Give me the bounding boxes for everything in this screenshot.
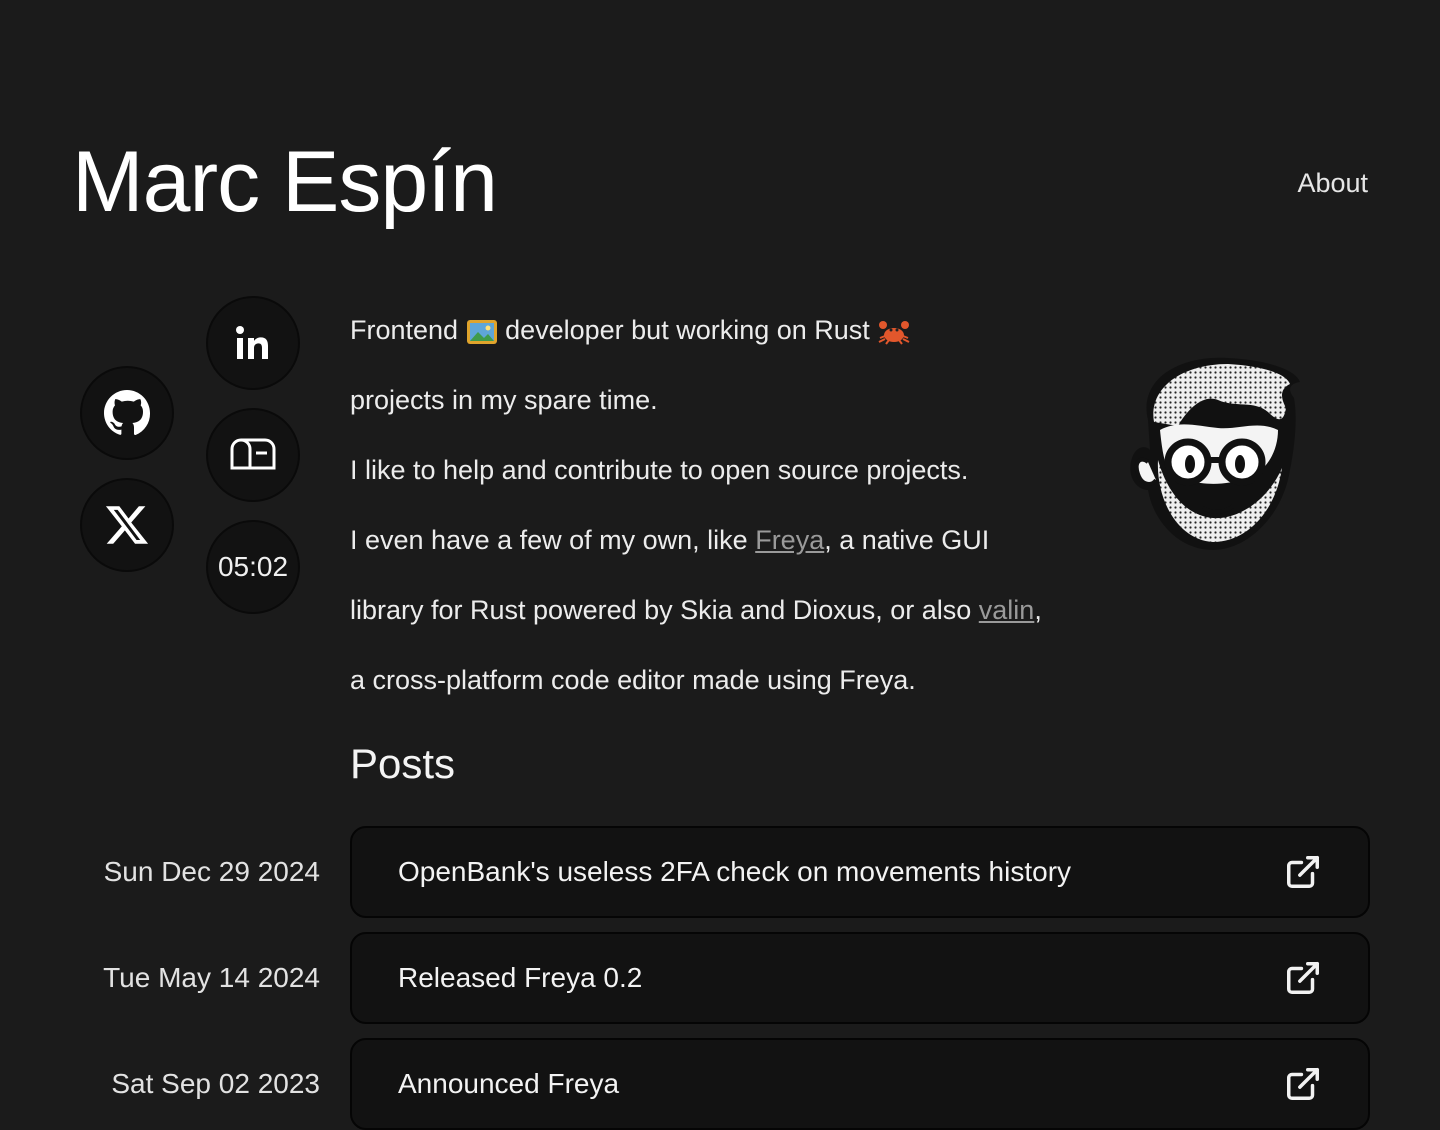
- post-title: Released Freya 0.2: [398, 962, 643, 993]
- linkedin-button[interactable]: [206, 296, 300, 390]
- post-date: Sun Dec 29 2024: [103, 856, 320, 887]
- freya-link[interactable]: Freya: [755, 525, 824, 555]
- github-button[interactable]: [80, 366, 174, 460]
- linkedin-icon: [236, 326, 268, 359]
- mailbox-button[interactable]: [206, 408, 300, 502]
- post-card[interactable]: OpenBank's useless 2FA check on movement…: [350, 826, 1370, 918]
- posts-heading: Posts: [350, 740, 456, 787]
- post-row: Tue May 14 2024 Released Freya 0.2: [0, 932, 1440, 1024]
- bio-text: Frontend: [350, 315, 466, 345]
- bio-projects: I even have a few of my own, like Freya,…: [350, 505, 1050, 715]
- post-date: Tue May 14 2024: [103, 962, 320, 993]
- site-title: Marc Espín: [72, 134, 498, 230]
- bio-text: projects in my spare time.: [350, 385, 658, 415]
- external-link-icon: [1287, 1068, 1319, 1100]
- bio: Frontend developer but working on Rust p…: [350, 295, 1080, 715]
- x-button[interactable]: [80, 478, 174, 572]
- post-card[interactable]: Released Freya 0.2: [350, 932, 1370, 1024]
- mailbox-icon: [230, 438, 276, 470]
- nav-about-link[interactable]: About: [1297, 168, 1368, 199]
- valin-link[interactable]: valin: [979, 595, 1035, 625]
- post-card[interactable]: Announced Freya: [350, 1038, 1370, 1130]
- post-title: OpenBank's useless 2FA check on movement…: [398, 856, 1072, 887]
- post-row: Sat Sep 02 2023 Announced Freya: [0, 1038, 1440, 1130]
- post-row: Sun Dec 29 2024 OpenBank's useless 2FA c…: [0, 826, 1440, 918]
- external-link-icon: [1287, 856, 1319, 888]
- bio-intro: Frontend developer but working on Rust p…: [350, 295, 1080, 435]
- post-date: Sat Sep 02 2023: [111, 1068, 320, 1099]
- avatar: [1130, 357, 1300, 550]
- crab-icon: [878, 320, 910, 345]
- post-title: Announced Freya: [398, 1068, 620, 1099]
- bio-text: developer but working on Rust: [497, 315, 878, 345]
- bio-open-source: I like to help and contribute to open so…: [350, 455, 969, 485]
- local-time: 05:02: [217, 551, 289, 582]
- bio-text: I even have a few of my own, like: [350, 525, 756, 555]
- x-icon: [105, 506, 149, 544]
- framed-picture-icon: [466, 319, 497, 344]
- external-link-icon: [1287, 962, 1319, 994]
- github-icon: [104, 390, 151, 436]
- local-time-badge: 05:02: [206, 520, 300, 614]
